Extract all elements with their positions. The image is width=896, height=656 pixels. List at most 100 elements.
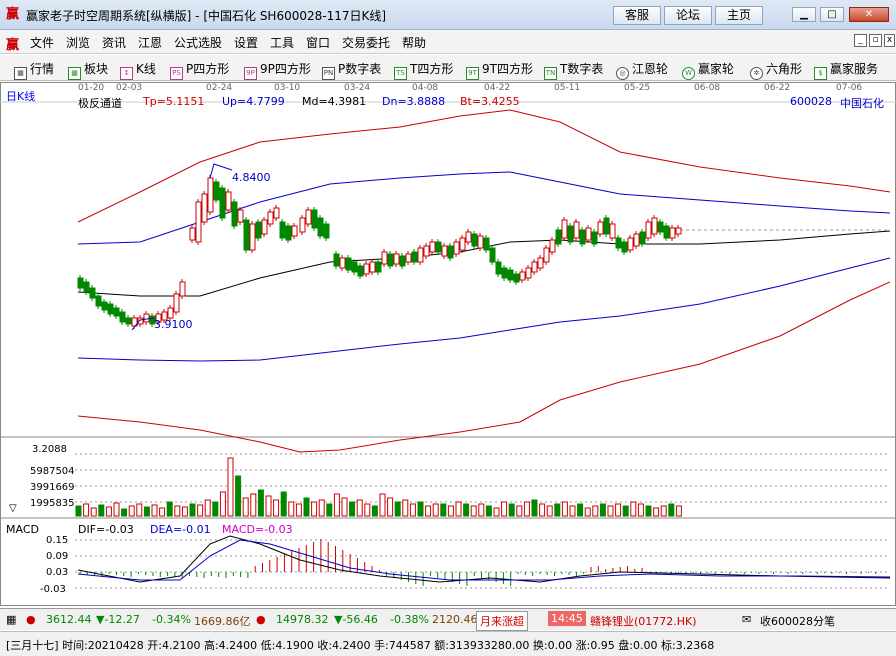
close-icon[interactable]: ✕ [849, 7, 889, 22]
candle-body [231, 201, 238, 227]
blocks-icon: ▦ [68, 67, 81, 80]
news-ticker-text[interactable]: 赣锋锂业(01772.HK) [590, 613, 697, 629]
volume-bar [561, 501, 568, 517]
tool-t-square[interactable]: TS T四方形 [394, 60, 453, 80]
candle-body [375, 261, 382, 273]
candle-body [477, 235, 484, 249]
tool-p-square[interactable]: PS P四方形 [170, 60, 229, 80]
candle-body [453, 241, 460, 255]
menu-gann[interactable]: 江恩 [138, 34, 162, 51]
tool-hexagon[interactable]: ✲ 六角形 [750, 60, 802, 80]
tool-kline[interactable]: ↕ K线 [120, 60, 156, 80]
candle-body [393, 253, 400, 265]
volume-bar [159, 507, 166, 517]
menu-browse[interactable]: 浏览 [66, 34, 90, 51]
candle-body [125, 317, 132, 325]
homepage-button[interactable]: 主页 [715, 6, 763, 25]
index-status-bar: ▦ ● 3612.44 ▼-12.27 -0.34% 1669.86亿 ● 14… [0, 608, 896, 631]
mdi-minimize-icon[interactable]: _ [854, 34, 867, 47]
candle-body [543, 247, 550, 263]
candle-body [219, 187, 226, 219]
calc-icon[interactable]: ▦ [6, 613, 16, 626]
tool-winner-wheel[interactable]: W 赢家轮 [682, 60, 734, 80]
tool-service[interactable]: $ 赢家服务 [814, 60, 878, 80]
quote-status-bar: [三月十七] 时间:20210428 开:4.2100 高:4.2400 低:4… [0, 631, 896, 656]
candle-body [609, 223, 616, 239]
tool-t-table[interactable]: TN T数字表 [544, 60, 603, 80]
candle-body [323, 223, 330, 239]
menu-formula[interactable]: 公式选股 [174, 34, 222, 51]
volume-bar [387, 497, 394, 517]
candle-body [77, 277, 84, 289]
volume-bar [197, 504, 204, 517]
volume-bar [295, 503, 302, 517]
customer-service-button[interactable]: 客服 [613, 6, 661, 25]
sh-pct: -0.34% [152, 613, 191, 626]
candle-body [627, 237, 634, 251]
volume-bar [584, 507, 591, 517]
channel-bottom-line [77, 281, 891, 453]
menu-help[interactable]: 帮助 [402, 34, 426, 51]
tool-quote[interactable]: ▦ 行情 [14, 60, 54, 80]
volume-bar [516, 505, 523, 517]
candle-body [423, 245, 430, 257]
volume-bar [280, 491, 287, 517]
mdi-close-icon[interactable]: x [884, 34, 895, 47]
tool-9p-square[interactable]: 9P 9P四方形 [244, 60, 311, 80]
menu-settings[interactable]: 设置 [234, 34, 258, 51]
volume-bar [493, 507, 500, 517]
news-ticker-label[interactable]: 月来涨超 [476, 611, 528, 631]
period-label: 日K线 [6, 90, 36, 103]
mdi-restore-icon[interactable]: ▫ [869, 34, 882, 47]
volume-bar [417, 501, 424, 517]
volume-bar [523, 501, 530, 517]
indicator-name: 极反通道 [78, 97, 122, 110]
sh-change: ▼-12.27 [96, 613, 140, 626]
forum-button[interactable]: 论坛 [664, 6, 712, 25]
menu-bar: 赢 文件 浏览 资讯 江恩 公式选股 设置 工具 窗口 交易委托 帮助 _ ▫ … [0, 30, 896, 54]
candle-body [119, 311, 126, 323]
candle-body [561, 219, 568, 239]
macd-axis-label: 0.09 [46, 551, 69, 562]
vol-axis-label: 1995835 [30, 498, 75, 509]
candle-body [195, 201, 202, 243]
candle-body [585, 227, 592, 241]
candle-body [207, 177, 214, 213]
volume-bar [569, 505, 576, 517]
tick-favorite[interactable]: 收600028分笔 [760, 613, 835, 629]
pn-icon: PN [322, 67, 335, 80]
candle-body [399, 255, 406, 267]
macd-dea-line [77, 539, 891, 581]
volume-bar [607, 505, 614, 517]
tool-sector[interactable]: ▦ 板块 [68, 60, 108, 80]
kline-chart[interactable] [0, 82, 896, 606]
chart-area[interactable] [0, 82, 896, 606]
tool-gann-wheel[interactable]: ◎ 江恩轮 [616, 60, 668, 80]
candle-body [621, 241, 628, 253]
candle-body [513, 273, 520, 283]
candle-body [273, 207, 280, 219]
candle-body [651, 217, 658, 235]
candle-body [603, 217, 610, 235]
volume-bar [265, 495, 272, 517]
maximize-icon[interactable]: □ [820, 7, 844, 22]
tool-9t-square[interactable]: 9T 9T四方形 [466, 60, 533, 80]
menu-trade[interactable]: 交易委托 [342, 34, 390, 51]
menu-file[interactable]: 文件 [30, 34, 54, 51]
candle-body [441, 245, 448, 257]
menu-window[interactable]: 窗口 [306, 34, 330, 51]
candle-body [525, 267, 532, 279]
candle-body [311, 209, 318, 229]
scroll-down-icon[interactable]: ▽ [9, 503, 17, 514]
candle-body [261, 219, 268, 235]
tool-p-table[interactable]: PN P数字表 [322, 60, 381, 80]
tool-p-square-label: P四方形 [186, 62, 230, 76]
candle-body [351, 261, 358, 273]
minimize-icon[interactable]: ▁ [792, 7, 816, 22]
volume-bar [113, 502, 120, 517]
candle-body [531, 261, 538, 273]
candle-body [669, 227, 676, 239]
menu-info[interactable]: 资讯 [102, 34, 126, 51]
menu-tools[interactable]: 工具 [270, 34, 294, 51]
ts-icon: TS [394, 67, 407, 80]
